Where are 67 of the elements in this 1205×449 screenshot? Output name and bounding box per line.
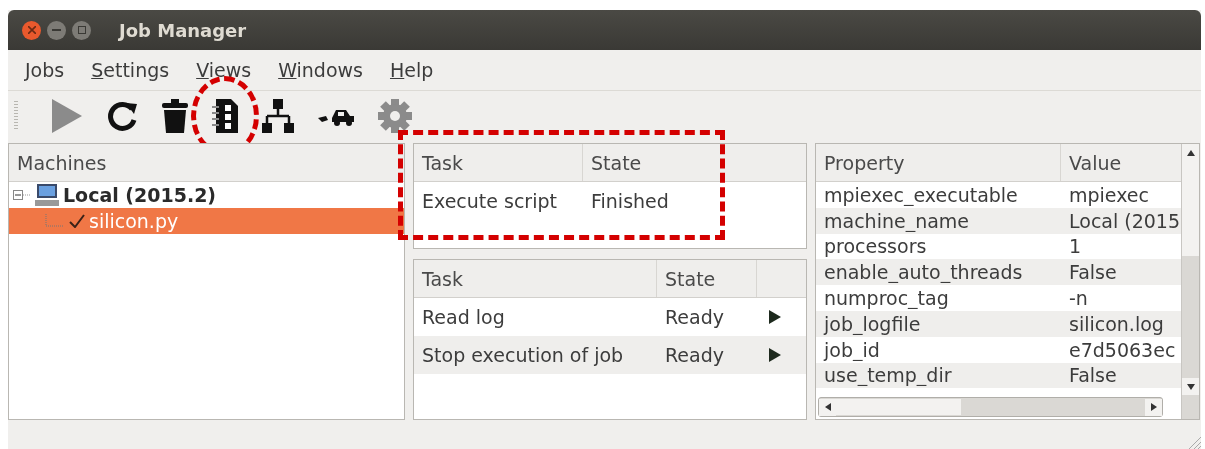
table-cell-text: numproc_tag xyxy=(823,287,950,310)
tree-connector-icon xyxy=(45,214,65,228)
scroll-left-icon[interactable] xyxy=(824,403,831,411)
table-cell-text: machine_name xyxy=(823,209,971,232)
table-cell-text: e7d5063ec xyxy=(1068,338,1177,361)
window-title: Job Manager xyxy=(119,19,247,41)
menu-item[interactable]: Views xyxy=(196,59,252,81)
scroll-up-icon[interactable] xyxy=(1186,149,1195,156)
play-icon[interactable] xyxy=(769,310,781,324)
minimize-icon xyxy=(52,29,61,31)
table-cell-text: Read log xyxy=(421,306,506,328)
column-header[interactable]: Machines xyxy=(9,144,107,181)
horizontal-scrollbar[interactable] xyxy=(818,397,1163,417)
table-cell-text: Local (2015 xyxy=(1068,209,1181,232)
menu-item[interactable]: Help xyxy=(390,59,434,81)
table-cell-text: Ready xyxy=(664,344,725,366)
toolbar-grip[interactable] xyxy=(14,101,18,131)
scroll-right-icon[interactable] xyxy=(1150,403,1157,411)
table-cell-text: False xyxy=(1068,261,1118,284)
column-header[interactable]: Property xyxy=(816,144,1061,181)
column-header[interactable]: Task xyxy=(414,144,583,181)
table-cell-text: -n xyxy=(1068,287,1089,310)
close-icon xyxy=(27,26,36,34)
table-cell-text: Ready xyxy=(664,306,725,328)
column-header[interactable]: Value xyxy=(1061,144,1181,181)
computer-icon xyxy=(35,184,59,206)
table-row[interactable]: use_temp_dir False xyxy=(816,362,1181,389)
maximize-icon xyxy=(77,26,86,34)
menu-item[interactable]: Settings xyxy=(91,59,170,81)
scroll-down-icon[interactable] xyxy=(1186,383,1195,390)
maximize-button[interactable] xyxy=(72,20,91,40)
table-cell-text: processors xyxy=(823,235,928,258)
collapse-icon[interactable] xyxy=(13,189,31,201)
table-cell-text: silicon.log xyxy=(1068,312,1165,335)
menu-item[interactable]: Jobs xyxy=(25,59,65,81)
table-cell-text: use_temp_dir xyxy=(823,364,953,387)
toolbar-button[interactable] xyxy=(162,98,188,134)
table-row[interactable]: enable_auto_threads False xyxy=(816,259,1181,286)
table-cell-text: mpiexec_executable xyxy=(823,183,1019,206)
notebook-icon xyxy=(212,99,238,133)
column-header[interactable]: Task xyxy=(414,260,657,297)
toolbar-button[interactable] xyxy=(262,98,294,134)
trash-icon xyxy=(162,99,188,133)
close-button[interactable] xyxy=(22,20,41,40)
tree-item[interactable]: Local (2015.2) xyxy=(9,182,404,208)
table-cell-text: False xyxy=(1068,364,1118,387)
table-row[interactable]: Stop execution of job Ready xyxy=(414,336,806,374)
table-cell-text: Stop execution of job xyxy=(421,344,625,366)
toolbar-button[interactable] xyxy=(212,98,238,134)
column-header[interactable]: State xyxy=(657,260,757,297)
table-cell-text: mpiexec xyxy=(1068,183,1150,206)
network-icon xyxy=(262,99,294,133)
table-row[interactable]: job_logfile silicon.log xyxy=(816,311,1181,337)
table-cell-text: 1 xyxy=(1068,235,1083,258)
table-cell-text: enable_auto_threads xyxy=(823,261,1024,284)
play-icon xyxy=(52,99,82,133)
vertical-scrollbar[interactable] xyxy=(1181,144,1199,419)
column-header[interactable]: State xyxy=(583,144,642,181)
table-row[interactable]: machine_name Local (2015 xyxy=(816,207,1181,234)
menu-item[interactable]: Windows xyxy=(278,59,363,81)
minimize-button[interactable] xyxy=(47,20,66,40)
table-cell-text: job_id xyxy=(822,338,881,361)
table-cell-text: job_logfile xyxy=(822,312,922,335)
table-cell-text: Execute script xyxy=(421,190,558,212)
table-cell-text: Finished xyxy=(590,190,669,212)
play-icon[interactable] xyxy=(769,348,781,362)
refresh-icon xyxy=(106,100,138,132)
